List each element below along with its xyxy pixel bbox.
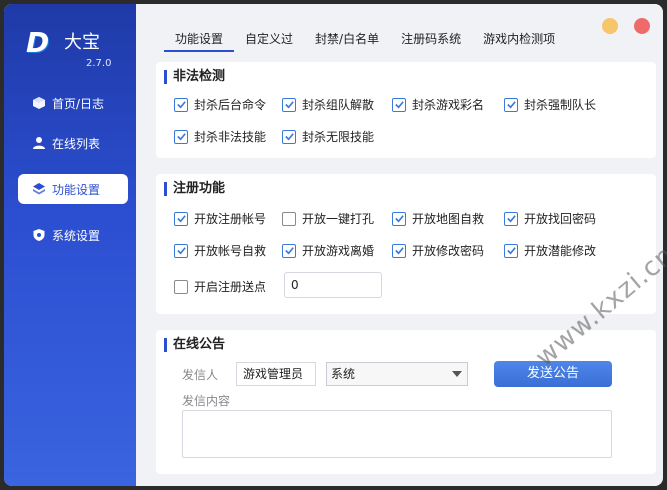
checkbox[interactable] — [174, 97, 188, 112]
sidebar-item-online-list[interactable]: 在线列表 — [18, 128, 128, 158]
option-register-bonus-points[interactable]: 开启注册送点 — [174, 278, 266, 295]
checkbox[interactable] — [174, 129, 188, 144]
checkbox[interactable] — [392, 97, 406, 112]
checkbox[interactable] — [282, 129, 296, 144]
checkbox[interactable] — [504, 211, 518, 226]
tab-ban-whitelist[interactable]: 封禁/白名单 — [304, 30, 390, 52]
option-ban-team-disband[interactable]: 封杀组队解散 — [282, 96, 374, 113]
tab-registration-code[interactable]: 注册码系统 — [390, 30, 472, 52]
cube-icon — [32, 96, 46, 110]
app-version: 2.7.0 — [86, 58, 112, 69]
checkbox[interactable] — [392, 243, 406, 258]
minimize-button[interactable] — [602, 18, 618, 34]
option-ban-illegal-skill[interactable]: 封杀非法技能 — [174, 128, 266, 145]
app-name: 大宝 — [64, 32, 100, 53]
channel-select[interactable]: 系统 — [326, 362, 468, 386]
sidebar-item-home-log[interactable]: 首页/日志 — [18, 88, 128, 118]
sidebar: D 大宝 2.7.0 首页/日志 在线列表 功能设置 系统设置 — [4, 4, 136, 486]
app-window: D 大宝 2.7.0 首页/日志 在线列表 功能设置 系统设置 功能设置 自定义… — [4, 4, 663, 486]
option-open-potential-edit[interactable]: 开放潜能修改 — [504, 242, 596, 259]
sidebar-item-feature-settings[interactable]: 功能设置 — [18, 174, 128, 204]
tab-custom-filter[interactable]: 自定义过 — [234, 30, 304, 52]
checkbox[interactable] — [282, 97, 296, 112]
checkbox[interactable] — [174, 279, 188, 294]
sender-label: 发信人 — [182, 368, 219, 382]
option-ban-infinite-skill[interactable]: 封杀无限技能 — [282, 128, 374, 145]
checkbox[interactable] — [174, 211, 188, 226]
sidebar-item-label: 系统设置 — [52, 228, 101, 243]
option-open-map-rescue[interactable]: 开放地图自救 — [392, 210, 484, 227]
app-logo: D 大宝 2.7.0 — [26, 28, 122, 72]
shield-gear-icon — [32, 228, 46, 242]
sender-input[interactable]: 游戏管理员 — [236, 362, 316, 386]
option-open-account-rescue[interactable]: 开放帐号自救 — [174, 242, 266, 259]
option-ban-forced-leader[interactable]: 封杀强制队长 — [504, 96, 596, 113]
register-points-input[interactable]: 0 — [284, 272, 382, 298]
option-open-register[interactable]: 开放注册帐号 — [174, 210, 266, 227]
announcement-title: 在线公告 — [164, 338, 225, 352]
sidebar-item-label: 功能设置 — [52, 182, 101, 197]
option-ban-colored-name[interactable]: 封杀游戏彩名 — [392, 96, 484, 113]
tab-feature-settings[interactable]: 功能设置 — [164, 30, 235, 52]
checkbox[interactable] — [392, 211, 406, 226]
tab-bar: 功能设置 自定义过 封禁/白名单 注册码系统 游戏内检测项 — [164, 30, 566, 52]
main-content: 功能设置 自定义过 封禁/白名单 注册码系统 游戏内检测项 非法检测 封杀后台命… — [144, 4, 663, 486]
option-open-divorce[interactable]: 开放游戏离婚 — [282, 242, 374, 259]
send-announcement-button[interactable]: 发送公告 — [494, 361, 612, 387]
option-ban-backend-command[interactable]: 封杀后台命令 — [174, 96, 266, 113]
chevron-down-icon — [452, 371, 462, 377]
sidebar-item-label: 在线列表 — [52, 136, 101, 151]
option-open-recover-password[interactable]: 开放找回密码 — [504, 210, 596, 227]
checkbox[interactable] — [174, 243, 188, 258]
logo-letter: D — [26, 26, 50, 59]
sidebar-item-label: 首页/日志 — [52, 96, 105, 111]
checkbox[interactable] — [504, 97, 518, 112]
tab-in-game-detection[interactable]: 游戏内检测项 — [472, 30, 566, 52]
close-button[interactable] — [634, 18, 650, 34]
sidebar-item-system-settings[interactable]: 系统设置 — [18, 220, 128, 250]
registration-panel: 注册功能 开放注册帐号 开放一键打孔 开放地图自救 开放找回密码 开放帐号自救 — [156, 174, 656, 314]
content-label: 发信内容 — [182, 394, 231, 408]
user-icon — [32, 136, 46, 150]
channel-select-value: 系统 — [331, 367, 356, 381]
layers-icon — [32, 182, 46, 196]
checkbox[interactable] — [504, 243, 518, 258]
checkbox[interactable] — [282, 211, 296, 226]
checkbox[interactable] — [282, 243, 296, 258]
announcement-panel: 在线公告 发信人 游戏管理员 系统 发送公告 发信内容 — [156, 330, 656, 474]
registration-title: 注册功能 — [164, 182, 225, 196]
announcement-content-textarea[interactable] — [182, 410, 612, 458]
illegal-detection-title: 非法检测 — [164, 70, 225, 84]
option-open-one-click-punch[interactable]: 开放一键打孔 — [282, 210, 374, 227]
option-open-change-password[interactable]: 开放修改密码 — [392, 242, 484, 259]
illegal-detection-panel: 非法检测 封杀后台命令 封杀组队解散 封杀游戏彩名 封杀强制队长 封杀非法技能 — [156, 62, 656, 158]
